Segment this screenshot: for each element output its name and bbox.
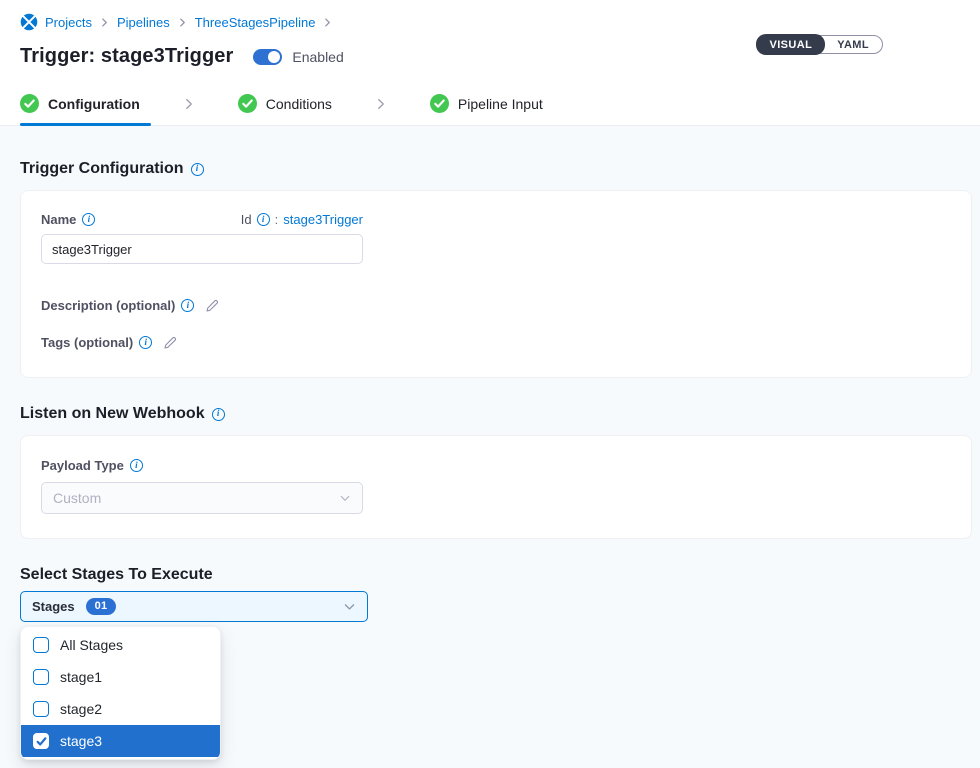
chevron-right-icon [99,17,110,28]
configuration-panel: Trigger Configuration i Name i Id i : st… [0,126,980,768]
projects-icon [20,13,38,31]
check-circle-icon [20,94,39,113]
tab-label: Pipeline Input [458,96,543,112]
enabled-label: Enabled [292,49,343,65]
trigger-configuration-card: Name i Id i : stage3Trigger Description … [20,190,972,378]
select-stages-heading: Select Stages To Execute [20,566,972,584]
description-label: Description (optional) i [41,298,194,313]
breadcrumb-link-pipelines[interactable]: Pipelines [117,15,170,30]
checkbox-unchecked[interactable] [33,637,49,653]
info-icon[interactable]: i [139,336,152,349]
check-circle-icon [238,94,257,113]
checkbox-checked[interactable] [33,733,49,749]
chevron-right-icon [322,17,333,28]
option-label: stage1 [60,669,102,685]
checkbox-unchecked[interactable] [33,701,49,717]
option-label: stage3 [60,733,102,749]
breadcrumb-link-pipeline-name[interactable]: ThreeStagesPipeline [195,15,316,30]
id-label: Id [241,212,252,227]
wizard-tabbar: Configuration Conditions Pipeline Input [0,82,980,126]
trigger-id-value[interactable]: stage3Trigger [283,212,363,227]
trigger-id-line: Id i : stage3Trigger [241,212,363,227]
tab-label: Conditions [266,96,332,112]
info-icon[interactable]: i [82,213,95,226]
tab-pipeline-input[interactable]: Pipeline Input [430,94,543,113]
option-label: stage2 [60,701,102,717]
chevron-down-icon [339,492,351,504]
name-label: Name i [41,212,95,227]
tags-row: Tags (optional) i [41,335,951,350]
tab-label: Configuration [48,96,140,112]
stages-dropdown-popover: All Stages stage1 stage2 stage3 [20,626,221,760]
visual-yaml-toggle: VISUAL YAML [756,35,883,54]
chevron-right-icon [182,97,196,111]
info-icon[interactable]: i [130,459,143,472]
stage-option-all-stages[interactable]: All Stages [21,629,220,661]
id-separator: : [275,212,279,227]
visual-mode-button[interactable]: VISUAL [756,34,825,55]
tab-configuration[interactable]: Configuration [20,94,140,113]
selected-count-badge: 01 [86,598,117,615]
edit-tags-icon[interactable] [163,335,178,350]
stage-option-stage2[interactable]: stage2 [21,693,220,725]
info-icon[interactable]: i [181,299,194,312]
trigger-name-input[interactable] [41,234,363,264]
name-id-row: Name i Id i : stage3Trigger [41,212,363,227]
chevron-right-icon [177,17,188,28]
trigger-wizard-page: Projects Pipelines ThreeStagesPipeline T… [0,0,980,768]
yaml-mode-button[interactable]: YAML [824,35,882,54]
stages-multiselect[interactable]: Stages 01 [20,591,368,622]
breadcrumb: Projects Pipelines ThreeStagesPipeline [20,12,960,32]
webhook-section-heading: Listen on New Webhook i [20,405,972,423]
info-icon[interactable]: i [191,163,204,176]
chevron-right-icon [374,97,388,111]
active-tab-underline [20,123,151,126]
checkbox-unchecked[interactable] [33,669,49,685]
tags-label: Tags (optional) i [41,335,152,350]
option-label: All Stages [60,637,123,653]
enabled-toggle[interactable] [253,49,282,65]
page-header: Projects Pipelines ThreeStagesPipeline T… [0,0,980,82]
webhook-card: Payload Type i Custom [20,435,972,539]
trigger-configuration-heading: Trigger Configuration i [20,160,972,178]
toggle-knob [268,51,280,63]
stage-option-stage1[interactable]: stage1 [21,661,220,693]
payload-type-value: Custom [53,490,101,506]
breadcrumb-link-projects[interactable]: Projects [45,15,92,30]
tab-conditions[interactable]: Conditions [238,94,332,113]
stages-control-label: Stages [32,599,75,614]
check-circle-icon [430,94,449,113]
heading-text: Select Stages To Execute [20,566,213,584]
heading-text: Listen on New Webhook [20,405,205,423]
heading-text: Trigger Configuration [20,160,184,178]
chevron-down-icon [343,600,356,613]
info-icon[interactable]: i [212,408,225,421]
edit-description-icon[interactable] [205,298,220,313]
page-title: Trigger: stage3Trigger [20,45,233,68]
info-icon[interactable]: i [257,213,270,226]
payload-type-select: Custom [41,482,363,514]
stage-option-stage3[interactable]: stage3 [21,725,220,757]
description-row: Description (optional) i [41,298,951,313]
payload-type-label: Payload Type i [41,458,143,473]
